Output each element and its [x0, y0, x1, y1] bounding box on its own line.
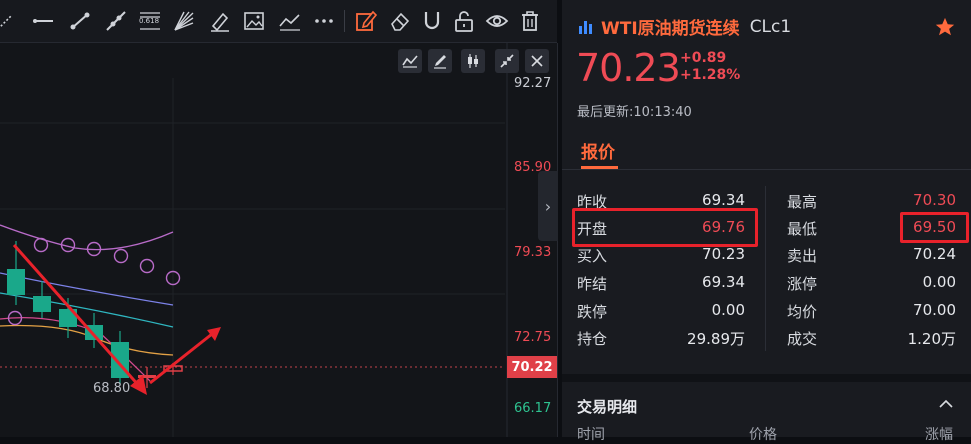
price-change-percent: +1.28% [680, 67, 741, 83]
section-divider [562, 374, 971, 382]
draw-button[interactable] [428, 49, 452, 73]
magnet-icon[interactable] [420, 9, 444, 33]
tab-quote[interactable]: 报价 [581, 138, 615, 163]
image-icon[interactable] [242, 9, 266, 33]
stat-row: 涨停 0.00 [787, 273, 956, 293]
y-axis-label: 72.75 [514, 330, 552, 345]
extended-line-icon[interactable] [104, 9, 128, 33]
stat-label: 买入 [577, 247, 608, 265]
stat-value: 0.00 [711, 301, 745, 319]
stat-value: 70.00 [913, 301, 956, 319]
stat-label: 涨停 [787, 275, 818, 293]
stat-label: 成交 [787, 330, 818, 348]
fib-text: 0.618 [139, 17, 160, 25]
gann-fan-icon[interactable] [172, 9, 196, 33]
stat-row: 跌停 0.00 [577, 301, 745, 321]
quote-panel: WTI原油期货连续 CLc1 70.23 +0.89 +1.28% 最后更新:1… [562, 0, 971, 443]
instrument-name: WTI原油期货连续 [601, 19, 740, 39]
stat-label: 跌停 [577, 303, 608, 321]
chart-logo-icon [579, 20, 592, 34]
low-price-label: 68.80 [93, 381, 131, 396]
unlock-icon[interactable] [452, 9, 476, 33]
y-axis-label: 92.27 [514, 76, 552, 91]
horizontal-line-icon[interactable] [32, 9, 56, 33]
candlestick-chart [0, 43, 508, 437]
price-change: +0.89 [680, 50, 727, 66]
stat-value: 70.30 [913, 191, 956, 209]
stat-value: 70.24 [913, 245, 956, 263]
instrument-code: CLc1 [749, 16, 792, 37]
trade-details-title: 交易明细 [577, 398, 638, 416]
candles [7, 241, 183, 388]
collapse-arrows-icon [500, 54, 514, 68]
stat-value: 1.20万 [907, 330, 956, 348]
favorite-star-icon[interactable] [934, 16, 956, 38]
update-label: 最后更新: [577, 105, 634, 120]
column-header-change: 涨幅 [925, 427, 953, 443]
upper-band-line [0, 224, 174, 251]
visibility-icon[interactable] [485, 9, 509, 33]
pencil-icon [434, 55, 446, 69]
stat-row: 买入 70.23 [577, 245, 745, 265]
stat-label: 卖出 [787, 247, 818, 265]
stat-row: 最高 70.30 [787, 191, 956, 211]
divider [562, 169, 971, 170]
candle-type-button[interactable] [461, 49, 485, 73]
highlight-open-box [572, 208, 758, 247]
stat-row: 均价 70.00 [787, 301, 956, 321]
y-axis-label: 66.17 [514, 401, 552, 416]
column-divider [765, 186, 766, 351]
chevron-up-icon[interactable] [938, 396, 954, 412]
last-price-tag: 70.22 [507, 356, 557, 378]
current-price: 70.23 [576, 46, 681, 90]
close-icon [531, 55, 543, 67]
stat-value: 70.23 [702, 245, 745, 263]
stat-label: 最低 [787, 220, 818, 238]
candlestick-chart-panel[interactable]: 92.27 85.90 79.33 72.75 66.17 70.22 68.8… [0, 43, 558, 437]
polyline-icon[interactable] [278, 9, 302, 33]
stat-row: 昨结 69.34 [577, 273, 745, 293]
update-time: 10:13:40 [633, 105, 692, 120]
line-chart-icon [402, 55, 418, 68]
ray-tool-icon[interactable] [0, 9, 20, 33]
stat-row: 成交 1.20万 [787, 328, 956, 348]
toolbar-divider [344, 10, 345, 32]
ma-teal-line [0, 292, 174, 328]
column-header-price: 价格 [749, 427, 777, 443]
stat-value: 69.34 [702, 191, 745, 209]
highlight-low-box [900, 212, 969, 243]
last-update: 最后更新:10:13:40 [577, 101, 692, 120]
chevron-right-icon: › [544, 196, 552, 216]
brush-icon[interactable] [208, 9, 232, 33]
quote-header: WTI原油期货连续 CLc1 [577, 14, 791, 39]
drawing-toolbar: 0.618 [0, 0, 557, 43]
collapse-button[interactable] [495, 49, 519, 73]
stat-value: 69.34 [702, 273, 745, 291]
stat-row: 卖出 70.24 [787, 245, 956, 265]
line-chart-button[interactable] [398, 49, 422, 73]
column-header-time: 时间 [577, 427, 605, 443]
stat-label: 最高 [787, 193, 818, 211]
stat-label: 持仓 [577, 330, 608, 348]
expand-panel-button[interactable]: › [538, 171, 558, 241]
eraser-icon[interactable] [388, 9, 412, 33]
stat-label: 均价 [787, 303, 818, 321]
stat-label: 昨结 [577, 275, 608, 293]
edit-icon[interactable] [354, 9, 378, 33]
more-icon[interactable] [312, 9, 336, 33]
ma-blue-line [0, 272, 174, 306]
close-chart-button[interactable] [525, 49, 549, 73]
delete-icon[interactable] [518, 9, 542, 33]
stat-value: 29.89万 [687, 330, 745, 348]
stat-value: 0.00 [922, 273, 956, 291]
stat-row: 持仓 29.89万 [577, 328, 745, 348]
trend-line-icon[interactable] [68, 9, 92, 33]
y-axis-label: 79.33 [514, 245, 552, 260]
fibonacci-icon[interactable]: 0.618 [138, 9, 162, 33]
candle-icon [468, 54, 478, 68]
